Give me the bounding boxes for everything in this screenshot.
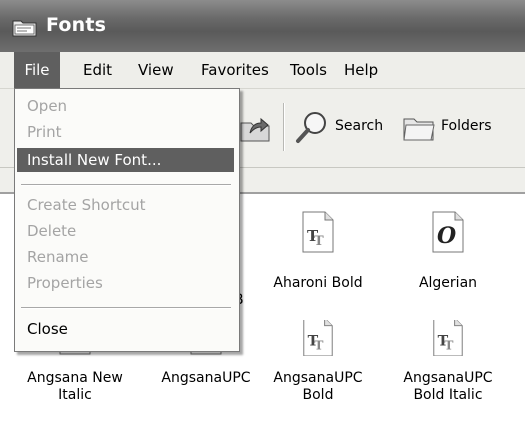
truetype-font-icon: T T [263, 210, 373, 259]
menu-edit[interactable]: Edit [83, 52, 112, 88]
menu-item-properties: Properties [27, 274, 103, 292]
svg-text:T: T [444, 337, 454, 352]
menu-tools[interactable]: Tools [290, 52, 327, 88]
menu-item-close[interactable]: Close [27, 317, 68, 341]
menu-item-rename: Rename [27, 248, 89, 266]
font-item[interactable]: T T AngsanaUPC Bold [263, 317, 373, 404]
svg-text:O: O [437, 223, 456, 249]
font-name: Aharoni Bold [273, 275, 363, 291]
folder-icon [12, 17, 38, 37]
font-name: AngsanaUPC [161, 370, 251, 386]
opentype-font-icon: O [393, 210, 503, 259]
toolbar-divider [283, 103, 285, 151]
menu-item-install-new-font[interactable]: Install New Font... [17, 148, 234, 172]
menu-item-print: Print [27, 123, 62, 141]
menu-file[interactable]: File [14, 52, 60, 88]
menu-view[interactable]: View [138, 52, 174, 88]
menu-item-open: Open [27, 97, 68, 115]
menu-separator [21, 307, 231, 309]
svg-text:T: T [314, 234, 324, 249]
window-title: Fonts [46, 14, 107, 36]
search-icon[interactable] [294, 109, 330, 145]
menu-bar: File Edit View Favorites Tools Help [0, 52, 525, 89]
font-item[interactable]: T T AngsanaUPC Bold Italic [393, 317, 503, 404]
menu-separator [21, 184, 231, 186]
up-folder-icon[interactable] [238, 111, 272, 145]
truetype-font-icon: T T [263, 317, 373, 361]
font-item[interactable]: O Algerian [393, 210, 503, 292]
menu-item-delete: Delete [27, 222, 77, 240]
menu-item-create-shortcut: Create Shortcut [27, 196, 146, 214]
font-name: AngsanaUPC Bold [273, 370, 363, 403]
menu-help[interactable]: Help [344, 52, 378, 88]
svg-text:T: T [314, 337, 324, 352]
file-menu: Open Print Install New Font... Create Sh… [14, 88, 240, 352]
search-button[interactable]: Search [335, 118, 383, 134]
folders-button[interactable]: Folders [441, 118, 492, 134]
font-name: Angsana New Italic [27, 370, 123, 403]
font-name: Algerian [418, 275, 478, 291]
truetype-font-icon: T T [393, 317, 503, 361]
font-item[interactable]: T T Aharoni Bold [263, 210, 373, 292]
menu-favorites[interactable]: Favorites [201, 52, 269, 88]
folders-icon[interactable] [402, 111, 436, 143]
font-name: AngsanaUPC Bold Italic [403, 370, 493, 403]
title-bar[interactable]: Fonts [0, 0, 525, 52]
